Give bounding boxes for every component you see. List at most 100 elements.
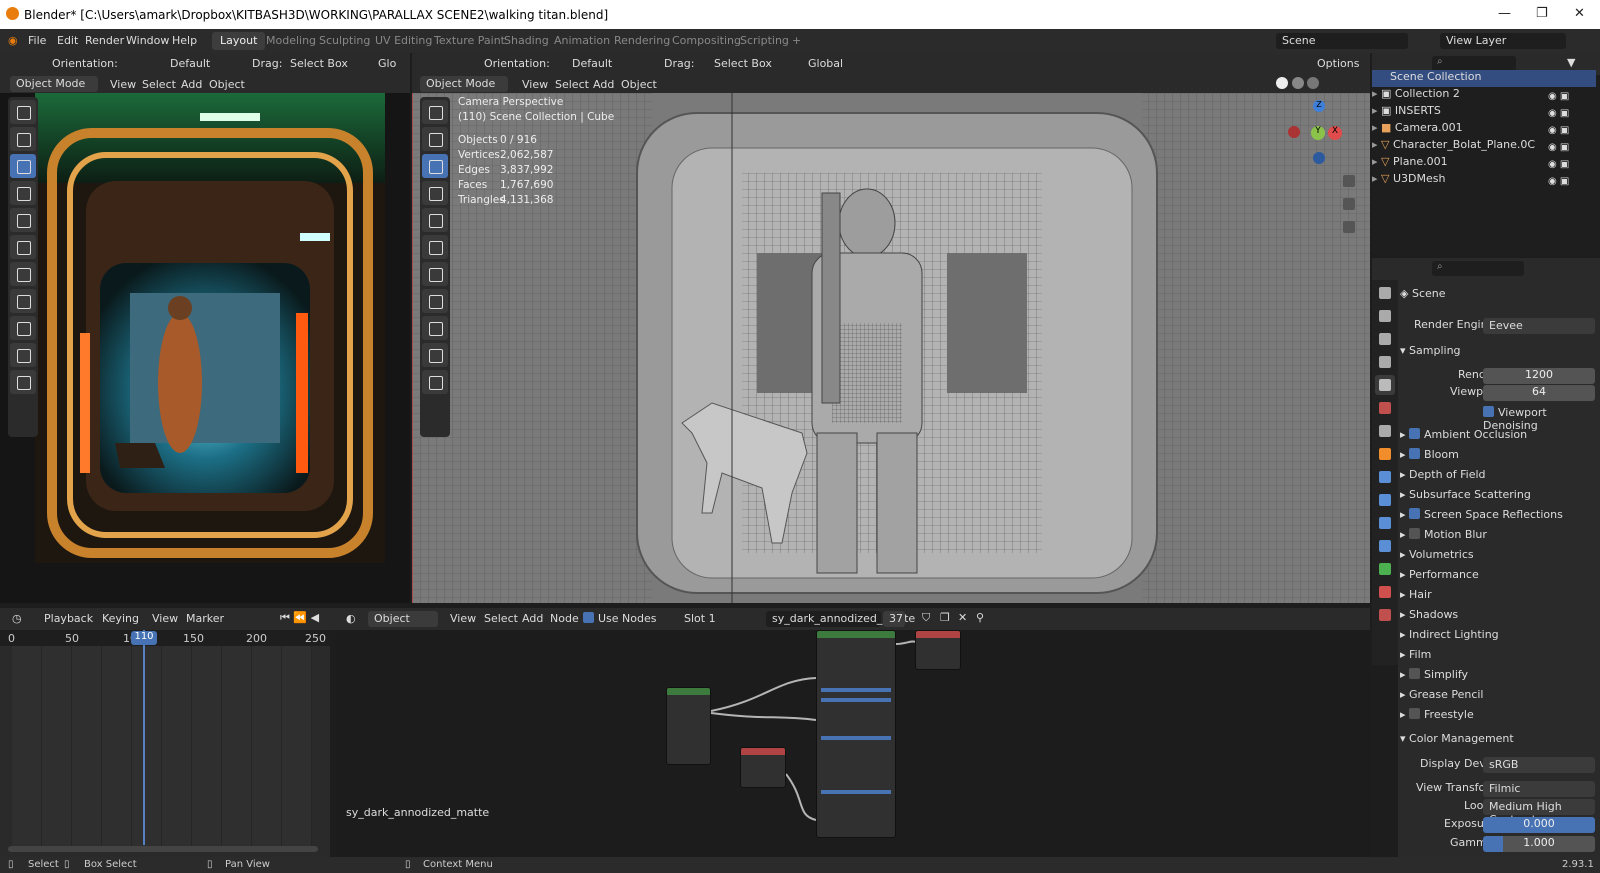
cursor-tool-icon[interactable] [422, 127, 448, 151]
visibility-eye-icon[interactable]: ◉ ▣ [1548, 173, 1598, 190]
select-menu[interactable]: Select [142, 78, 176, 91]
checkbox-icon[interactable] [1409, 448, 1421, 459]
transform-orientation-dropdown[interactable]: Global [808, 57, 843, 70]
panel-header-indirect-lighting[interactable]: ▸ Indirect Lighting [1400, 628, 1596, 647]
navigation-gizmo[interactable]: X Y Z [1288, 96, 1356, 166]
pan-hand-icon[interactable] [1339, 194, 1359, 214]
orientation-dropdown[interactable]: Default [572, 57, 612, 70]
expand-arrow-icon[interactable]: ▸ [1372, 104, 1381, 117]
look-dropdown[interactable]: Medium High Contrast [1483, 799, 1595, 826]
render-tab-icon[interactable] [1375, 306, 1395, 326]
collection-tab-icon[interactable] [1375, 421, 1395, 441]
sampling-panel-header[interactable]: ▾ Sampling [1400, 344, 1596, 363]
marker-menu[interactable]: Marker [186, 612, 224, 625]
select-menu[interactable]: Select [555, 78, 589, 91]
panel-header-shadows[interactable]: ▸ Shadows [1400, 608, 1596, 627]
timeline-scrollbar[interactable] [8, 846, 318, 852]
visibility-eye-icon[interactable]: ◉ ▣ [1548, 156, 1598, 173]
node-slider[interactable] [821, 736, 891, 740]
select-tool-icon[interactable] [422, 100, 448, 124]
expand-arrow-icon[interactable]: ▸ [1372, 121, 1381, 134]
display-device-dropdown[interactable]: sRGB [1483, 757, 1595, 773]
node-slider[interactable] [821, 790, 891, 794]
cursor-tool-icon[interactable] [10, 127, 36, 151]
material-users-count[interactable]: 37 [883, 611, 905, 627]
panel-header-screen-space-reflections[interactable]: ▸ Screen Space Reflections [1400, 508, 1596, 527]
outliner-search-input[interactable]: ⌕ [1432, 56, 1516, 71]
checkbox-icon[interactable] [1409, 708, 1421, 719]
checkbox-icon[interactable] [1409, 528, 1421, 539]
checkbox-icon[interactable] [1409, 428, 1421, 439]
panel-header-freestyle[interactable]: ▸ Freestyle [1400, 708, 1596, 727]
add-workspace-button[interactable]: + [784, 32, 809, 50]
particles-tab-icon[interactable] [1375, 490, 1395, 510]
object-mode-dropdown[interactable]: Object Mode [10, 76, 98, 92]
object-type-dropdown[interactable]: Object [368, 611, 438, 627]
visibility-eye-icon[interactable]: ◉ ▣ [1548, 105, 1598, 122]
view-layer-selector[interactable]: View Layer [1440, 33, 1566, 49]
select-menu[interactable]: Select [484, 612, 518, 625]
scale-tool-icon[interactable] [422, 208, 448, 232]
physics-tab-icon[interactable] [1375, 513, 1395, 533]
color-management-header[interactable]: ▾ Color Management [1400, 732, 1596, 751]
checkbox-icon[interactable] [583, 612, 594, 623]
filter-icon[interactable]: ▼ [1567, 56, 1575, 69]
exposure-field[interactable]: 0.000 [1483, 817, 1595, 833]
material-tab-icon[interactable] [1375, 582, 1395, 602]
gizmo-x-axis[interactable]: X [1328, 126, 1342, 140]
shear-tool-icon[interactable] [422, 370, 448, 394]
solid-shading-icon[interactable] [1276, 77, 1288, 89]
node-slider[interactable] [821, 698, 891, 702]
panel-header-depth-of-field[interactable]: ▸ Depth of Field [1400, 468, 1596, 487]
visibility-eye-icon[interactable]: ◉ ▣ [1548, 122, 1598, 139]
bend-tool-icon[interactable] [10, 343, 36, 367]
timeline-ruler[interactable] [0, 630, 330, 646]
modifier-tab-icon[interactable] [1375, 467, 1395, 487]
visibility-eye-icon[interactable]: ◉ ▣ [1548, 139, 1598, 156]
scene-selector[interactable]: Scene [1276, 33, 1408, 49]
menu-render[interactable]: Render [85, 34, 124, 47]
drag-dropdown[interactable]: Select Box [714, 57, 772, 70]
panel-header-film[interactable]: ▸ Film [1400, 648, 1596, 667]
view-menu[interactable]: View [522, 78, 548, 91]
menu-edit[interactable]: Edit [57, 34, 78, 47]
rotate-tool-icon[interactable] [422, 181, 448, 205]
world-tab-icon[interactable] [1375, 398, 1395, 418]
panel-header-motion-blur[interactable]: ▸ Motion Blur [1400, 528, 1596, 547]
blender-menu-icon[interactable]: ◉ [8, 34, 18, 47]
panel-header-subsurface-scattering[interactable]: ▸ Subsurface Scattering [1400, 488, 1596, 507]
measure-tool-icon[interactable] [422, 289, 448, 313]
object-mode-dropdown[interactable]: Object Mode [420, 76, 508, 92]
gizmo-neg-x-axis[interactable] [1288, 126, 1300, 138]
shading-mode-buttons[interactable] [1232, 77, 1352, 91]
node-slider[interactable] [821, 688, 891, 692]
node-canvas[interactable]: sy_dark_annodized_matte [336, 630, 1370, 858]
properties-search-input[interactable]: ⌕ [1432, 261, 1524, 276]
gizmo-y-axis[interactable]: Y [1311, 126, 1325, 140]
rendered-shading-icon[interactable] [1307, 77, 1319, 89]
measure-tool-icon[interactable] [10, 289, 36, 313]
add-menu[interactable]: Add [522, 612, 543, 625]
panel-header-bloom[interactable]: ▸ Bloom [1400, 448, 1596, 467]
bevel-node[interactable] [740, 747, 786, 788]
expand-arrow-icon[interactable]: ▸ [1372, 138, 1381, 151]
scale-tool-icon[interactable] [10, 208, 36, 232]
checkbox-icon[interactable] [1409, 508, 1421, 519]
checkbox-icon[interactable] [1409, 668, 1421, 679]
annotate-tool-icon[interactable] [422, 262, 448, 286]
drag-dropdown[interactable]: Select Box [290, 57, 348, 70]
camera-view-icon[interactable] [1339, 217, 1359, 237]
minimize-button[interactable]: — [1498, 6, 1511, 21]
menu-help[interactable]: Help [172, 34, 197, 47]
panel-header-volumetrics[interactable]: ▸ Volumetrics [1400, 548, 1596, 567]
panel-header-hair[interactable]: ▸ Hair [1400, 588, 1596, 607]
move-tool-icon[interactable] [10, 154, 36, 178]
use-nodes-checkbox[interactable]: Use Nodes [583, 612, 657, 625]
editor-type-icon[interactable]: ◐ [346, 612, 356, 625]
playhead-line[interactable] [143, 630, 145, 845]
principled-bsdf-node[interactable] [816, 630, 896, 838]
rotate-tool-icon[interactable] [10, 181, 36, 205]
view-menu[interactable]: View [152, 612, 178, 625]
expand-arrow-icon[interactable]: ▸ [1372, 172, 1381, 185]
add-cube-tool-icon[interactable] [10, 316, 36, 340]
